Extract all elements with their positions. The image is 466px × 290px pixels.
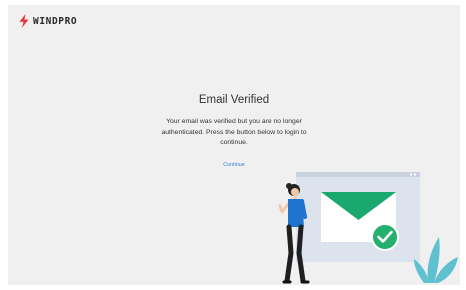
page-title: Email Verified [198, 94, 270, 106]
verification-message: Your email was verified but you are no l… [161, 118, 307, 146]
brand-logo[interactable]: WINDPRO [18, 14, 77, 28]
lightning-bolt-icon [19, 14, 29, 28]
brand-name: WINDPRO [33, 15, 78, 27]
plant-icon [414, 237, 458, 283]
check-circle-icon [371, 223, 399, 251]
email-verified-illustration [278, 172, 458, 284]
verification-page: WINDPRO Email Verified Your email was ve… [8, 5, 460, 285]
